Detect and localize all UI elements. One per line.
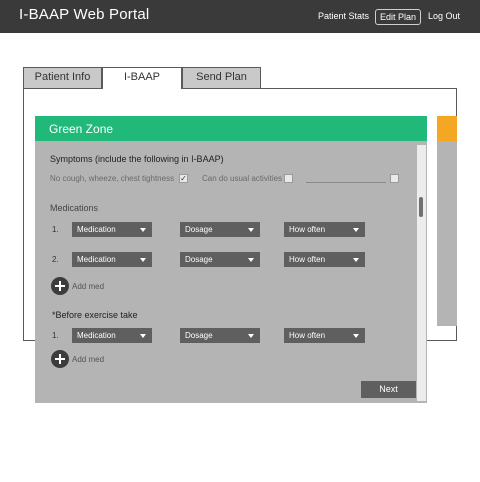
med-row-number: 2. [52, 255, 59, 264]
before-exercise-title: *Before exercise take [52, 310, 138, 320]
caret-down-icon [140, 258, 146, 262]
edit-plan-button[interactable]: Edit Plan [375, 9, 421, 25]
top-nav-bar: I-BAAP Web Portal Patient Stats Edit Pla… [0, 0, 480, 33]
symptom-checkbox-other[interactable] [390, 174, 399, 183]
dosage-dropdown[interactable]: Dosage [180, 328, 260, 343]
symptom-checkbox-usual-activities[interactable] [284, 174, 293, 183]
caret-down-icon [248, 228, 254, 232]
dropdown-value: How often [289, 225, 326, 234]
patient-stats-link[interactable]: Patient Stats [318, 11, 369, 21]
yellow-zone-header [437, 116, 457, 141]
dropdown-value: How often [289, 331, 326, 340]
dropdown-value: Dosage [185, 331, 213, 340]
tab-send-plan[interactable]: Send Plan [182, 67, 261, 88]
medication-dropdown[interactable]: Medication [72, 252, 152, 267]
card-scrollbar[interactable] [417, 145, 426, 401]
medication-dropdown[interactable]: Medication [72, 328, 152, 343]
log-out-link[interactable]: Log Out [428, 11, 460, 21]
caret-down-icon [353, 334, 359, 338]
dropdown-value: Medication [77, 225, 116, 234]
med-row-number: 1. [52, 225, 59, 234]
app-title: I-BAAP Web Portal [19, 6, 150, 23]
how-often-dropdown[interactable]: How often [284, 222, 365, 237]
caret-down-icon [353, 258, 359, 262]
medication-dropdown[interactable]: Medication [72, 222, 152, 237]
dropdown-value: Dosage [185, 225, 213, 234]
green-zone-card: Green Zone Symptoms (include the followi… [35, 116, 427, 403]
dropdown-value: Dosage [185, 255, 213, 264]
caret-down-icon [140, 228, 146, 232]
dosage-dropdown[interactable]: Dosage [180, 252, 260, 267]
dosage-dropdown[interactable]: Dosage [180, 222, 260, 237]
dropdown-value: How often [289, 255, 326, 264]
green-zone-header: Green Zone [35, 116, 427, 141]
caret-down-icon [353, 228, 359, 232]
add-med-icon[interactable] [51, 277, 69, 295]
caret-down-icon [140, 334, 146, 338]
tab-i-baap[interactable]: I-BAAP [102, 67, 182, 89]
other-symptom-input[interactable] [306, 182, 386, 183]
dropdown-value: Medication [77, 331, 116, 340]
dropdown-value: Medication [77, 255, 116, 264]
symptoms-title: Symptoms (include the following in I-BAA… [50, 154, 224, 164]
next-button[interactable]: Next [361, 381, 416, 398]
symptom-label-no-cough: No cough, wheeze, chest tightness [50, 174, 175, 183]
yellow-zone-card[interactable] [437, 116, 457, 326]
med-row-number: 1. [52, 331, 59, 340]
caret-down-icon [248, 334, 254, 338]
card-title: Green Zone [49, 122, 114, 136]
tab-patient-info[interactable]: Patient Info [23, 67, 102, 88]
how-often-dropdown[interactable]: How often [284, 252, 365, 267]
scrollbar-thumb[interactable] [419, 197, 423, 217]
add-med-label[interactable]: Add med [72, 355, 104, 364]
caret-down-icon [248, 258, 254, 262]
how-often-dropdown[interactable]: How often [284, 328, 365, 343]
symptom-checkbox-no-cough[interactable]: ✓ [179, 174, 188, 183]
add-med-icon[interactable] [51, 350, 69, 368]
symptom-label-usual-activities: Can do usual activities [202, 174, 283, 183]
add-med-label[interactable]: Add med [72, 282, 104, 291]
medications-title: Medications [50, 203, 99, 213]
